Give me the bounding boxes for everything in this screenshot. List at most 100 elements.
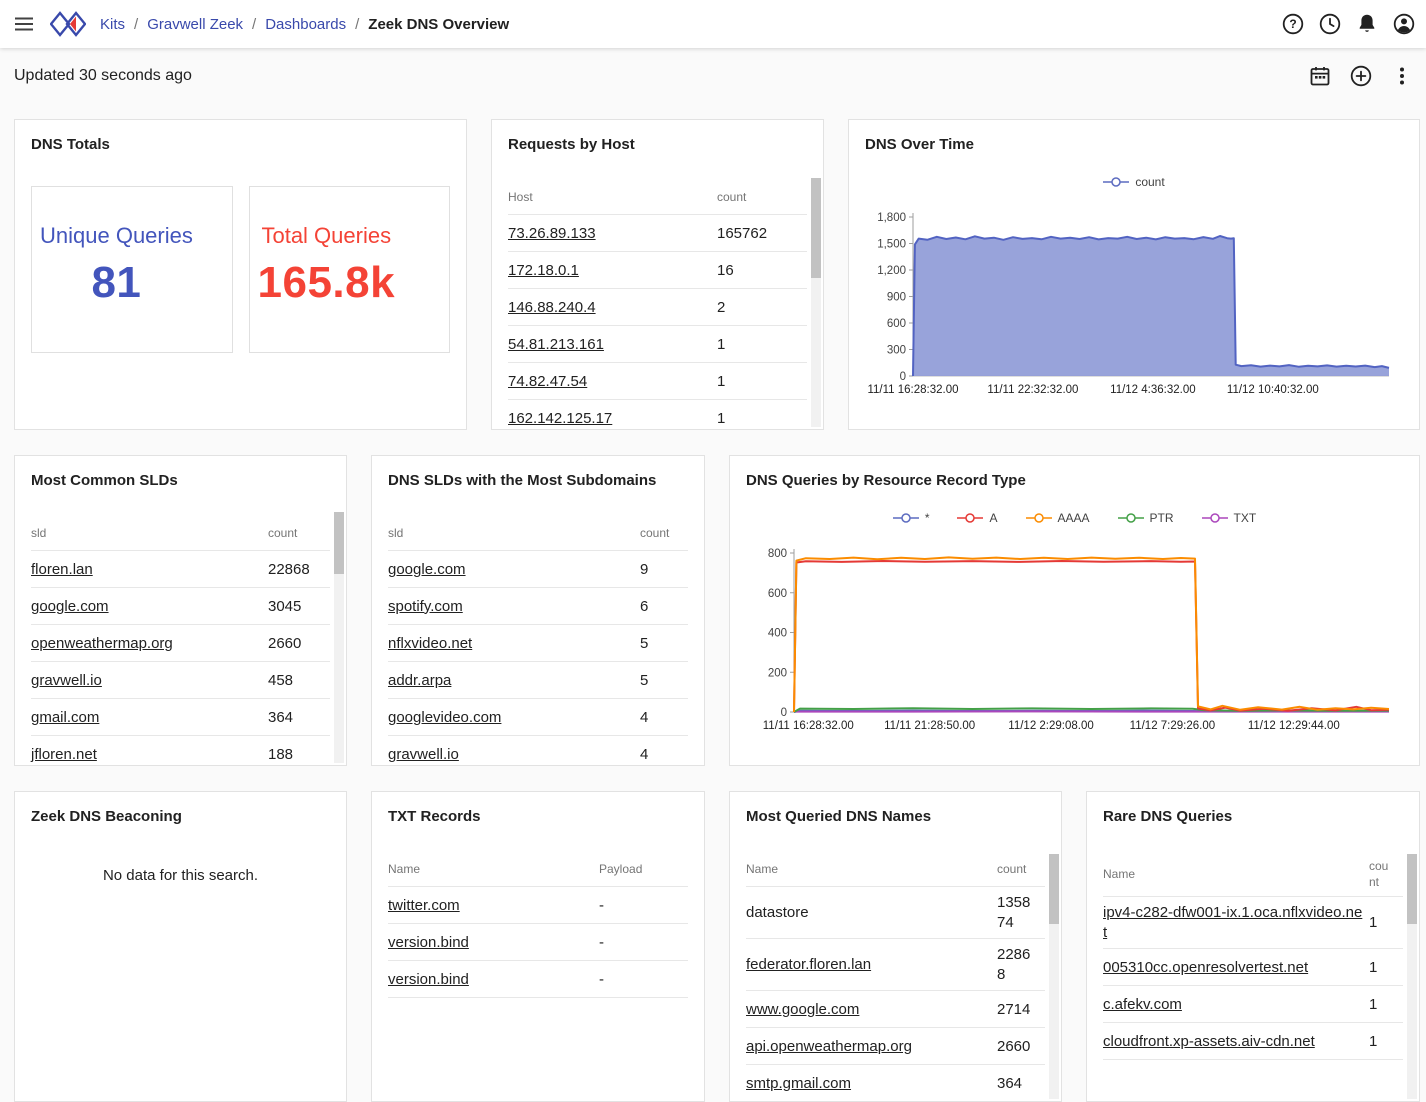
name-cell[interactable]: googlevideo.com bbox=[388, 702, 640, 734]
history-icon[interactable] bbox=[1318, 12, 1342, 36]
name-cell[interactable]: gmail.com bbox=[31, 702, 268, 734]
table-link[interactable]: floren.lan bbox=[31, 561, 93, 578]
svg-text:11/12 7:29:26.00: 11/12 7:29:26.00 bbox=[1130, 720, 1215, 732]
legend-item-PTR[interactable]: PTR bbox=[1117, 511, 1174, 525]
legend-item-A[interactable]: A bbox=[957, 511, 998, 525]
svg-text:1,500: 1,500 bbox=[877, 239, 906, 251]
vertical-scrollbar[interactable] bbox=[811, 178, 821, 427]
table-link[interactable]: openweathermap.org bbox=[31, 635, 173, 652]
scrollbar-thumb[interactable] bbox=[334, 512, 344, 574]
table-link[interactable]: 172.18.0.1 bbox=[508, 262, 579, 279]
name-cell[interactable]: google.com bbox=[31, 591, 268, 623]
name-cell[interactable]: cloudfront.xp-assets.aiv-cdn.net bbox=[1103, 1026, 1369, 1058]
table-link[interactable]: spotify.com bbox=[388, 598, 463, 615]
scrollbar-thumb[interactable] bbox=[1407, 854, 1417, 924]
name-cell[interactable]: federator.floren.lan bbox=[746, 949, 997, 981]
name-cell[interactable]: nflxvideo.net bbox=[388, 628, 640, 660]
table-link[interactable]: 73.26.89.133 bbox=[508, 225, 596, 242]
top-navbar: Kits / Gravwell Zeek / Dashboards / Zeek… bbox=[0, 0, 1426, 48]
table-link[interactable]: nflxvideo.net bbox=[388, 635, 472, 652]
date-range-icon[interactable] bbox=[1308, 64, 1332, 88]
table-link[interactable]: c.afekv.com bbox=[1103, 996, 1182, 1013]
legend-item-star[interactable]: * bbox=[892, 511, 929, 525]
name-cell[interactable]: 54.81.213.161 bbox=[508, 329, 717, 361]
name-cell[interactable]: api.openweathermap.org bbox=[746, 1031, 997, 1063]
table-link[interactable]: googlevideo.com bbox=[388, 709, 501, 726]
card-title: TXT Records bbox=[388, 808, 481, 825]
name-cell[interactable]: spotify.com bbox=[388, 591, 640, 623]
name-cell[interactable]: www.google.com bbox=[746, 994, 997, 1026]
name-cell[interactable]: floren.lan bbox=[31, 554, 268, 586]
vertical-scrollbar[interactable] bbox=[334, 512, 344, 763]
notifications-icon[interactable] bbox=[1355, 12, 1379, 36]
name-cell[interactable]: addr.arpa bbox=[388, 665, 640, 697]
count-cell: 4 bbox=[640, 708, 649, 726]
more-vert-icon[interactable] bbox=[1390, 64, 1414, 88]
name-cell[interactable]: twitter.com bbox=[388, 890, 599, 922]
table-link[interactable]: 74.82.47.54 bbox=[508, 373, 587, 390]
table-row: floren.lan 22868 bbox=[31, 551, 330, 589]
name-cell[interactable]: openweathermap.org bbox=[31, 628, 268, 660]
table-link[interactable]: api.openweathermap.org bbox=[746, 1038, 912, 1055]
legend-item-AAAA[interactable]: AAAA bbox=[1025, 511, 1090, 525]
breadcrumb-link-kits[interactable]: Kits bbox=[100, 16, 125, 33]
table-link[interactable]: gravwell.io bbox=[388, 746, 459, 763]
table-link[interactable]: www.google.com bbox=[746, 1001, 859, 1018]
svg-text:0: 0 bbox=[900, 371, 906, 383]
name-cell[interactable]: 172.18.0.1 bbox=[508, 255, 717, 287]
menu-icon[interactable] bbox=[12, 12, 36, 36]
table-link[interactable]: 146.88.240.4 bbox=[508, 299, 596, 316]
vertical-scrollbar[interactable] bbox=[1049, 854, 1059, 1099]
table-link[interactable]: gravwell.io bbox=[31, 672, 102, 689]
name-cell[interactable]: version.bind bbox=[388, 927, 599, 959]
account-icon[interactable] bbox=[1392, 12, 1416, 36]
card-title: Most Common SLDs bbox=[31, 472, 178, 489]
table-link[interactable]: 005310cc.openresolvertest.net bbox=[1103, 959, 1308, 976]
breadcrumb-separator: / bbox=[355, 15, 360, 33]
table-link[interactable]: gmail.com bbox=[31, 709, 99, 726]
name-cell[interactable]: c.afekv.com bbox=[1103, 989, 1369, 1021]
most-queried-table: Name count datastore 135874 federator.floren… bbox=[746, 853, 1045, 1101]
table-link[interactable]: version.bind bbox=[388, 971, 469, 988]
legend-item-TXT[interactable]: TXT bbox=[1201, 511, 1256, 525]
breadcrumb-link-dashboards[interactable]: Dashboards bbox=[265, 16, 346, 33]
name-cell[interactable]: 74.82.47.54 bbox=[508, 366, 717, 398]
name-cell[interactable]: gravwell.io bbox=[31, 665, 268, 697]
vertical-scrollbar[interactable] bbox=[1407, 854, 1417, 1099]
scrollbar-thumb[interactable] bbox=[811, 178, 821, 278]
table-link[interactable]: twitter.com bbox=[388, 897, 460, 914]
table-row: google.com 9 bbox=[388, 551, 688, 589]
name-cell[interactable]: 005310cc.openresolvertest.net bbox=[1103, 952, 1369, 984]
table-link[interactable]: smtp.gmail.com bbox=[746, 1075, 851, 1092]
name-cell[interactable]: 73.26.89.133 bbox=[508, 218, 717, 250]
table-link[interactable]: 162.142.125.17 bbox=[508, 410, 612, 427]
name-cell[interactable]: 162.142.125.17 bbox=[508, 403, 717, 430]
table-link[interactable]: federator.floren.lan bbox=[746, 956, 871, 973]
column-header: sld bbox=[31, 525, 47, 540]
table-row: nflxvideo.net 5 bbox=[388, 625, 688, 663]
table-link[interactable]: jfloren.net bbox=[31, 746, 97, 763]
table-link[interactable]: addr.arpa bbox=[388, 672, 451, 689]
scrollbar-thumb[interactable] bbox=[1049, 854, 1059, 924]
table-row: smtp.gmail.com 364 bbox=[746, 1065, 1045, 1101]
table-link[interactable]: google.com bbox=[388, 561, 466, 578]
add-circle-icon[interactable] bbox=[1349, 64, 1373, 88]
table-link[interactable]: 54.81.213.161 bbox=[508, 336, 604, 353]
name-cell[interactable]: version.bind bbox=[388, 964, 599, 996]
name-cell[interactable]: jfloren.net bbox=[31, 739, 268, 766]
name-cell[interactable]: gravwell.io bbox=[388, 739, 640, 766]
name-cell[interactable]: 146.88.240.4 bbox=[508, 292, 717, 324]
help-icon[interactable]: ? bbox=[1281, 12, 1305, 36]
gravwell-logo-icon[interactable] bbox=[49, 10, 87, 38]
table-link[interactable]: ipv4-c282-dfw001-ix.1.oca.nflxvideo.net bbox=[1103, 904, 1362, 941]
table-link[interactable]: version.bind bbox=[388, 934, 469, 951]
table-link[interactable]: google.com bbox=[31, 598, 109, 615]
name-cell[interactable]: smtp.gmail.com bbox=[746, 1068, 997, 1100]
table-row: version.bind - bbox=[388, 924, 688, 962]
breadcrumb-link-gravwell-zeek[interactable]: Gravwell Zeek bbox=[147, 16, 243, 33]
name-cell[interactable]: google.com bbox=[388, 554, 640, 586]
total-queries-tile: Total Queries 165.8k bbox=[248, 186, 450, 354]
name-cell[interactable]: ipv4-c282-dfw001-ix.1.oca.nflxvideo.net bbox=[1103, 897, 1369, 948]
legend-item-count[interactable]: count bbox=[1103, 175, 1165, 189]
table-link[interactable]: cloudfront.xp-assets.aiv-cdn.net bbox=[1103, 1033, 1315, 1050]
